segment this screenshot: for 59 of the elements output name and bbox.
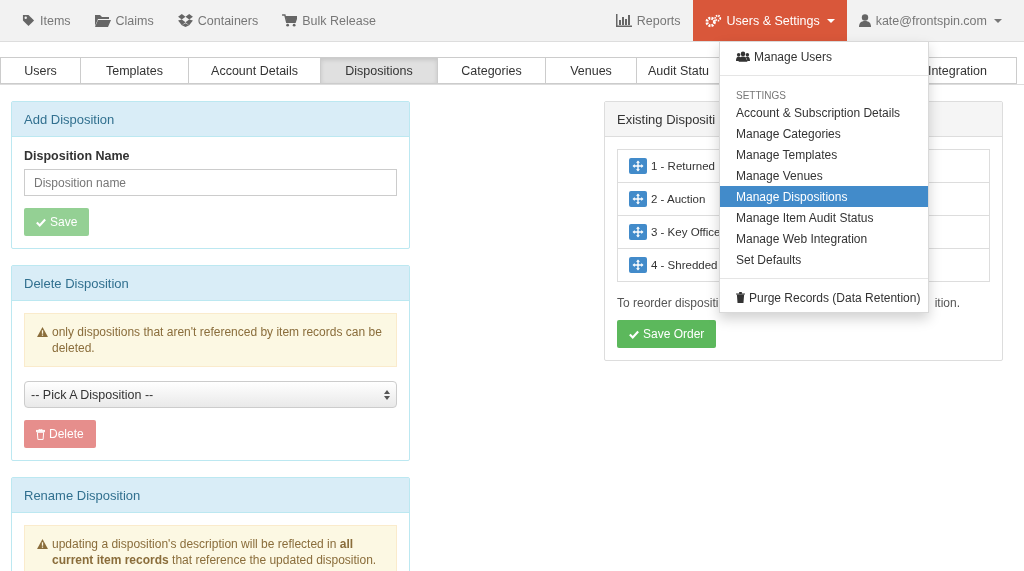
tab[interactable]: Categories [437, 57, 545, 84]
tab[interactable]: Audit Statu [636, 57, 720, 84]
tag-icon [22, 14, 35, 27]
user-menu-link[interactable]: kate@frontspin.com [846, 0, 1014, 41]
menu-item[interactable]: Manage Dispositions [720, 186, 928, 207]
folder-icon [94, 14, 111, 27]
disposition-name-field[interactable]: Disposition name [24, 169, 397, 196]
nav-link[interactable]: Claims [82, 0, 166, 41]
user-icon [858, 14, 871, 27]
panel-heading: Delete Disposition [12, 266, 409, 301]
warning-icon [37, 327, 48, 337]
settings-menu-button[interactable]: Users & Settings [692, 0, 847, 41]
warning-text: updating a disposition's description will be reflected in all current item records that reference the updated disposition. [52, 536, 378, 568]
trash-icon [736, 292, 745, 303]
field-label: Disposition Name [24, 149, 131, 163]
tab[interactable]: Dispositions [320, 57, 437, 84]
menu-item[interactable]: Manage Users [720, 46, 928, 67]
move-icon [629, 224, 647, 240]
check-icon [36, 217, 46, 227]
users-icon [736, 51, 750, 62]
bar-chart-icon [615, 14, 632, 27]
hint-text: ition. [934, 296, 960, 310]
tab[interactable]: Users [0, 57, 80, 84]
menu-item[interactable]: Manage Item Audit Status [720, 207, 928, 228]
move-icon [629, 191, 647, 207]
box-icon [177, 14, 193, 27]
tab[interactable]: Account Details [188, 57, 320, 84]
reports-link[interactable]: Reports [603, 0, 693, 41]
menu-item[interactable]: Manage Templates [720, 144, 928, 165]
disposition-name: 2 - Auction [651, 193, 706, 205]
check-icon [629, 329, 639, 339]
disposition-name: 3 - Key Office [651, 226, 721, 238]
panel-heading: Add Disposition [12, 102, 409, 137]
menu-item[interactable]: Manage Web Integration [720, 228, 928, 249]
nav-link[interactable]: Containers [165, 0, 271, 41]
menu-section-header: SETTINGS [735, 89, 787, 102]
nav-link[interactable]: Bulk Release [270, 0, 388, 41]
panel-heading: Rename Disposition [12, 478, 409, 513]
hint-text: To reorder dispositi [617, 296, 719, 310]
caret-icon [994, 18, 1002, 23]
trash-icon [36, 428, 45, 440]
menu-item[interactable]: Purge Records (Data Retention) [720, 287, 928, 308]
disposition-select[interactable]: -- Pick A Disposition -- [24, 381, 397, 408]
menu-item[interactable]: Account & Subscription Details [720, 102, 928, 123]
disposition-name: 1 - Returned [651, 160, 715, 172]
move-icon [629, 158, 647, 174]
move-icon [629, 257, 647, 273]
cart-icon [282, 14, 298, 27]
nav-link[interactable]: Items [10, 0, 83, 41]
tab[interactable]: Templates [80, 57, 188, 84]
warning-text: only dispositions that aren't referenced by item records can be deleted. [52, 324, 383, 356]
caret-icon [826, 18, 835, 23]
menu-item[interactable]: Set Defaults [720, 249, 928, 270]
menu-item[interactable]: Manage Venues [720, 165, 928, 186]
select-arrows-icon [384, 389, 390, 400]
warning-icon [37, 539, 48, 549]
gears-icon [704, 13, 722, 28]
tab[interactable]: Venues [545, 57, 636, 84]
disposition-name: 4 - Shredded [651, 259, 718, 271]
